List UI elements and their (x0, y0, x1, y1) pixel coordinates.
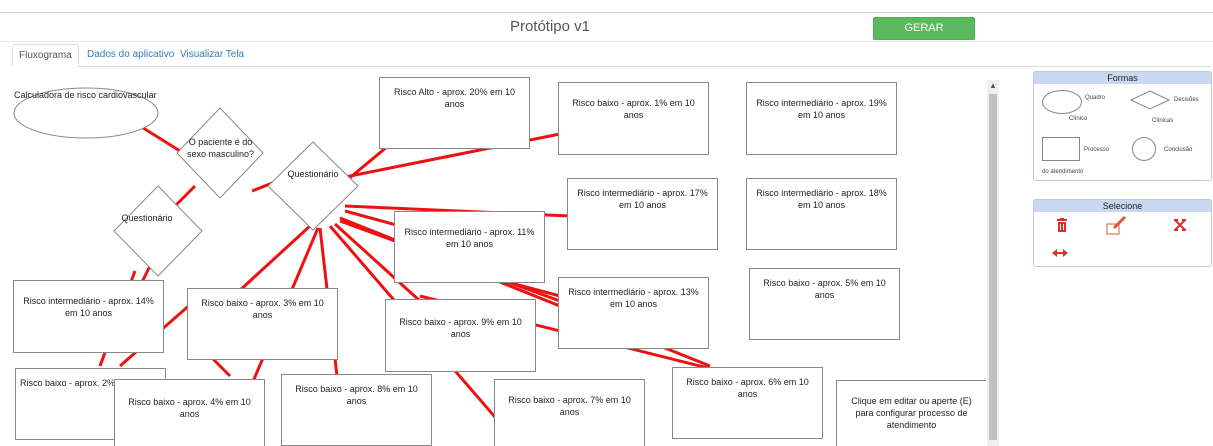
outcome-node[interactable]: Risco baixo - aprox. 3% em 10 anos (187, 288, 338, 360)
clinical-box-shape-icon[interactable] (1042, 90, 1082, 114)
outcome-node[interactable]: Risco baixo - aprox. 6% em 10 anos (672, 367, 823, 439)
resize-horizontal-icon[interactable] (1052, 248, 1068, 258)
outcome-node[interactable]: Risco intermediário - aprox. 18% em 10 a… (746, 178, 897, 250)
top-divider (0, 12, 1213, 13)
selecione-panel: Selecione (1033, 199, 1212, 267)
shape-label-conclusao: Conclusão (1164, 147, 1193, 153)
selecione-title: Selecione (1034, 200, 1211, 212)
decision-questionario-1-diamond (267, 141, 359, 231)
scroll-up-icon[interactable]: ▲ (987, 80, 999, 92)
hint-process-node[interactable]: Clique em editar ou aperte (E) para conf… (836, 380, 986, 446)
decision-shape-icon[interactable] (1130, 90, 1170, 110)
shape-label-do-atendimento: do atendimento (1042, 169, 1084, 175)
start-label: Calculadora de risco cardiovascular (14, 90, 157, 100)
outcome-node[interactable]: Risco intermediário - aprox. 19% em 10 a… (746, 82, 897, 155)
trash-icon[interactable] (1056, 218, 1068, 232)
header-divider (0, 41, 1213, 42)
flowchart-canvas[interactable]: Calculadora de risco cardiovascular O pa… (0, 66, 986, 446)
outcome-node[interactable]: Risco intermediário - aprox. 11% em 10 a… (394, 211, 545, 283)
outcome-node[interactable]: Risco intermediário - aprox. 17% em 10 a… (567, 178, 718, 250)
tab-dados-aplicativo[interactable]: Dados do aplicativo (87, 44, 174, 65)
tab-bar: Fluxograma Dados do aplicativo Visualiza… (12, 44, 1212, 67)
outcome-node[interactable]: Risco baixo - aprox. 5% em 10 anos (749, 268, 900, 340)
outcome-node[interactable]: Risco Alto - aprox. 20% em 10 anos (379, 77, 530, 149)
shape-label-decisoes: Decisões (1174, 97, 1199, 103)
scrollbar-thumb[interactable] (989, 94, 997, 440)
generate-app-button[interactable]: GERAR APLICATIVO (873, 17, 975, 55)
conclusion-shape-icon[interactable] (1132, 137, 1156, 161)
tab-fluxograma[interactable]: Fluxograma (12, 44, 79, 67)
formas-title: Formas (1034, 72, 1211, 84)
canvas-scrollbar[interactable]: ▲ (987, 80, 999, 446)
decision-questionario-2-diamond (113, 185, 203, 277)
outcome-node[interactable]: Risco baixo - aprox. 7% em 10 anos (494, 379, 645, 446)
connector (139, 124, 181, 153)
shape-label-processo: Processo (1084, 147, 1110, 153)
outcome-node[interactable]: Risco baixo - aprox. 1% em 10 anos (558, 82, 709, 155)
edit-icon[interactable] (1106, 216, 1128, 236)
process-shape-icon[interactable] (1042, 137, 1080, 161)
outcome-node[interactable]: Risco baixo - aprox. 9% em 10 anos (385, 299, 536, 372)
tab-visualizar-tela[interactable]: Visualizar Tela (180, 44, 244, 65)
formas-panel: Formas Quadro Clínico Decisões Clínicas … (1033, 71, 1212, 181)
decision-questionario-1-label: Questionário (287, 169, 339, 179)
shape-label-clinicas: Clínicas (1152, 118, 1174, 124)
app-title: Protótipo v1 (509, 18, 590, 35)
shape-label-quadro: Quadro (1085, 95, 1106, 101)
decision-questionario-2-label: Questionário (121, 213, 173, 223)
decision-sex-label: O paciente é do sexo masculino? (186, 137, 255, 159)
outcome-node[interactable]: Risco intermediário - aprox. 13% em 10 a… (558, 277, 709, 349)
shape-label-clinico: Clínico (1069, 116, 1088, 122)
outcome-node[interactable]: Risco baixo - aprox. 8% em 10 anos (281, 374, 432, 446)
outcome-node[interactable]: Risco baixo - aprox. 4% em 10 anos (114, 379, 265, 446)
outcome-node[interactable]: Risco intermediário - aprox. 14% em 10 a… (13, 280, 164, 353)
expand-icon[interactable] (1174, 219, 1186, 231)
